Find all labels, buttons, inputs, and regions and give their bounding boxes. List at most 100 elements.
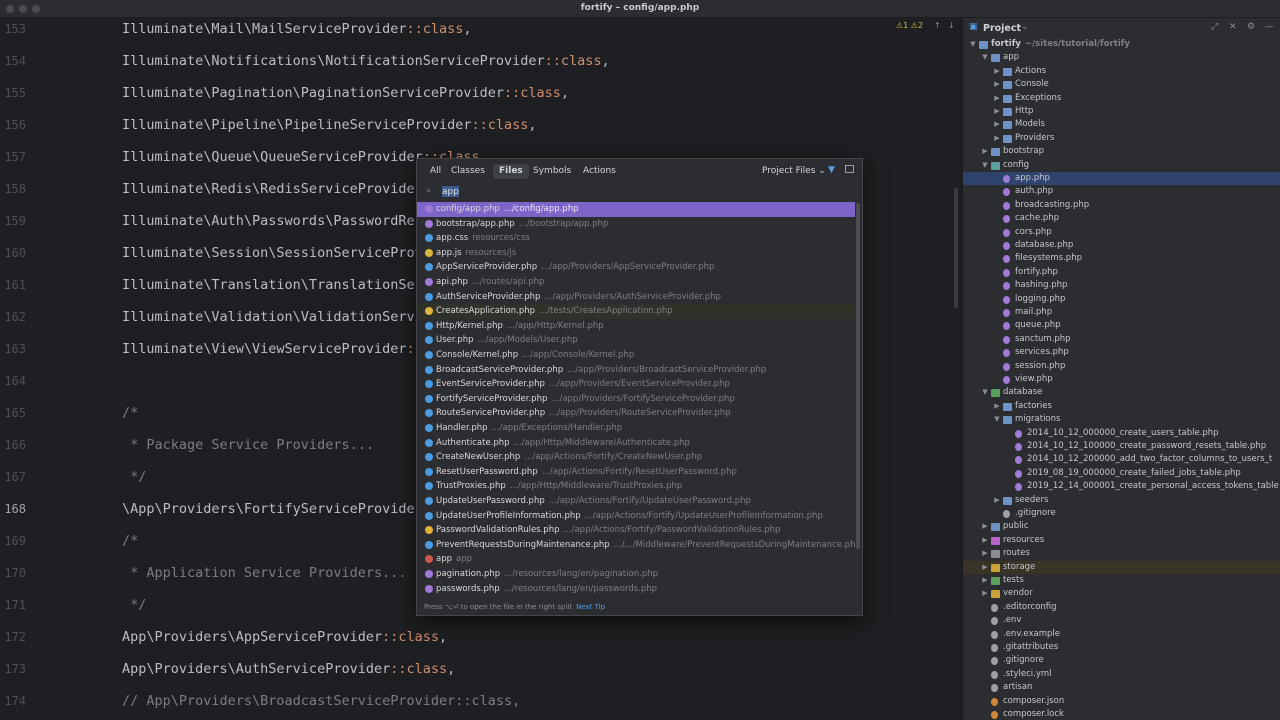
tree-item[interactable]: ▶ routes	[963, 547, 1280, 560]
chevron-right-icon[interactable]: ▶	[981, 520, 989, 533]
tree-item[interactable]: ▶ seeders	[963, 494, 1280, 507]
tree-item[interactable]: 2014_10_12_100000_create_password_resets…	[963, 440, 1280, 453]
chevron-right-icon[interactable]: ▶	[993, 65, 1001, 78]
code-line[interactable]: App\Providers\AuthServiceProvider::class…	[122, 661, 455, 677]
tree-item[interactable]: ▼ config	[963, 159, 1280, 172]
code-line[interactable]: */	[122, 469, 146, 485]
search-result-item[interactable]: RouteServiceProvider.php .../app/Provider…	[417, 406, 855, 421]
tree-item[interactable]: view.php	[963, 373, 1280, 386]
collapse-icon[interactable]: ✕	[1229, 22, 1237, 32]
chevron-right-icon[interactable]: ▶	[993, 132, 1001, 145]
tree-item[interactable]: services.php	[963, 346, 1280, 359]
chevron-right-icon[interactable]: ▶	[981, 574, 989, 587]
chevron-right-icon[interactable]: ▶	[981, 547, 989, 560]
tree-item[interactable]: .styleci.yml	[963, 668, 1280, 681]
search-result-item[interactable]: AuthServiceProvider.php .../app/Providers…	[417, 290, 855, 305]
tree-item[interactable]: ▶ Models	[963, 118, 1280, 131]
tree-item[interactable]: composer.json	[963, 695, 1280, 708]
tree-item[interactable]: mail.php	[963, 306, 1280, 319]
next-highlight-arrow-icon[interactable]: ↓	[948, 21, 955, 30]
tab-all[interactable]: All	[424, 164, 447, 179]
search-result-item[interactable]: ResetUserPassword.php .../app/Actions/For…	[417, 465, 855, 480]
tree-item[interactable]: fortify.php	[963, 266, 1280, 279]
search-result-item[interactable]: Console/Kernel.php .../app/Console/Kernel…	[417, 348, 855, 363]
chevron-down-icon[interactable]: ▼	[969, 38, 977, 51]
code-line[interactable]: /*	[122, 533, 138, 549]
tree-item[interactable]: cors.php	[963, 226, 1280, 239]
search-result-item[interactable]: UpdateUserPassword.php .../app/Actions/Fo…	[417, 494, 855, 509]
code-line[interactable]: Illuminate\Pipeline\PipelineServiceProvi…	[122, 117, 537, 133]
search-result-item[interactable]: AppServiceProvider.php .../app/Providers/…	[417, 260, 855, 275]
search-result-item[interactable]: EventServiceProvider.php .../app/Provider…	[417, 377, 855, 392]
tree-item[interactable]: hashing.php	[963, 279, 1280, 292]
tree-item[interactable]: .env.example	[963, 628, 1280, 641]
chevron-right-icon[interactable]: ▶	[993, 105, 1001, 118]
chevron-right-icon[interactable]: ▶	[981, 561, 989, 574]
tree-item[interactable]: 2014_10_12_000000_create_users_table.php	[963, 427, 1280, 440]
chevron-right-icon[interactable]: ▶	[993, 494, 1001, 507]
tree-item[interactable]: .gitattributes	[963, 641, 1280, 654]
chevron-right-icon[interactable]: ▶	[981, 587, 989, 600]
tree-item[interactable]: artisan	[963, 681, 1280, 694]
search-result-item[interactable]: app app	[417, 552, 855, 567]
search-result-item[interactable]: FortifyServiceProvider.php .../app/Provid…	[417, 392, 855, 407]
tab-symbols[interactable]: Symbols	[527, 164, 577, 179]
search-result-item[interactable]: User.php .../app/Models/User.php	[417, 333, 855, 348]
code-line[interactable]: Illuminate\Pagination\PaginationServiceP…	[122, 85, 569, 101]
tab-files[interactable]: Files	[493, 164, 529, 179]
chevron-down-icon[interactable]: ▼	[993, 413, 1001, 426]
code-line[interactable]: /*	[122, 405, 138, 421]
chevron-right-icon[interactable]: ▶	[981, 145, 989, 158]
code-line[interactable]: // App\Providers\BroadcastServiceProvide…	[122, 693, 520, 709]
tab-classes[interactable]: Classes	[445, 164, 491, 179]
tree-item[interactable]: sanctum.php	[963, 333, 1280, 346]
chevron-right-icon[interactable]: ▶	[993, 400, 1001, 413]
tree-item[interactable]: ▼ fortify ~/sites/tutorial/fortify	[963, 38, 1280, 51]
inspection-widget[interactable]: ⚠1 ⚠2	[896, 21, 923, 30]
search-input[interactable]	[442, 185, 842, 199]
search-result-item[interactable]: CreateNewUser.php .../app/Actions/Fortify…	[417, 450, 855, 465]
tree-item[interactable]: 2019_12_14_000001_create_personal_access…	[963, 480, 1280, 493]
scope-selector[interactable]: Project Files ⌄	[762, 166, 826, 176]
tree-item[interactable]: ▼ migrations	[963, 413, 1280, 426]
chevron-right-icon[interactable]: ▶	[993, 78, 1001, 91]
results-scrollbar[interactable]	[856, 203, 860, 549]
search-result-item[interactable]: Http/Kernel.php .../app/Http/Kernel.php	[417, 319, 855, 334]
expand-icon[interactable]: ⤢	[1211, 22, 1218, 32]
code-line[interactable]: * Package Service Providers...	[122, 437, 374, 453]
tree-item[interactable]: ▶ Providers	[963, 132, 1280, 145]
tree-item[interactable]: .env	[963, 614, 1280, 627]
hide-panel-icon[interactable]: —	[1265, 22, 1274, 32]
code-line[interactable]: App\Providers\AppServiceProvider::class,	[122, 629, 447, 645]
search-result-item[interactable]: CreatesApplication.php .../tests/CreatesA…	[417, 304, 855, 319]
preview-icon[interactable]	[845, 165, 854, 173]
search-result-item[interactable]: api.php .../routes/api.php	[417, 275, 855, 290]
chevron-right-icon[interactable]: ▶	[993, 92, 1001, 105]
code-line[interactable]: */	[122, 597, 146, 613]
tree-item[interactable]: logging.php	[963, 293, 1280, 306]
search-result-item[interactable]: UpdateUserProfileInformation.php .../app/…	[417, 509, 855, 524]
tree-item[interactable]: ▶ storage	[963, 560, 1280, 574]
chevron-down-icon[interactable]: ▼	[981, 159, 989, 172]
code-line[interactable]: * Application Service Providers...	[122, 565, 406, 581]
project-view-selector[interactable]: Project	[983, 23, 1021, 34]
chevron-down-icon[interactable]: ▼	[981, 386, 989, 399]
tree-item[interactable]: 2014_10_12_200000_add_two_factor_columns…	[963, 453, 1280, 466]
chevron-right-icon[interactable]: ▶	[981, 534, 989, 547]
search-result-item[interactable]: Handler.php .../app/Exceptions/Handler.ph…	[417, 421, 855, 436]
prev-highlight-arrow-icon[interactable]: ↑	[934, 21, 941, 30]
tree-item[interactable]: ▶ Exceptions	[963, 92, 1280, 105]
tree-item[interactable]: broadcasting.php	[963, 199, 1280, 212]
tree-item[interactable]: .gitignore	[963, 654, 1280, 667]
tree-item[interactable]: composer.lock	[963, 708, 1280, 720]
tree-item[interactable]: ▶ public	[963, 520, 1280, 533]
tree-item[interactable]: cache.php	[963, 212, 1280, 225]
tree-item[interactable]: .editorconfig	[963, 601, 1280, 614]
tree-item[interactable]: app.php	[963, 172, 1280, 186]
search-result-item[interactable]: app.css resources/css	[417, 231, 855, 246]
search-result-item[interactable]: pagination.php .../resources/lang/en/pagi…	[417, 567, 855, 582]
chevron-right-icon[interactable]: ▶	[993, 118, 1001, 131]
tree-item[interactable]: ▶ tests	[963, 574, 1280, 587]
tree-item[interactable]: 2019_08_19_000000_create_failed_jobs_tab…	[963, 467, 1280, 480]
search-result-item[interactable]: passwords.php .../resources/lang/en/passw…	[417, 582, 855, 597]
